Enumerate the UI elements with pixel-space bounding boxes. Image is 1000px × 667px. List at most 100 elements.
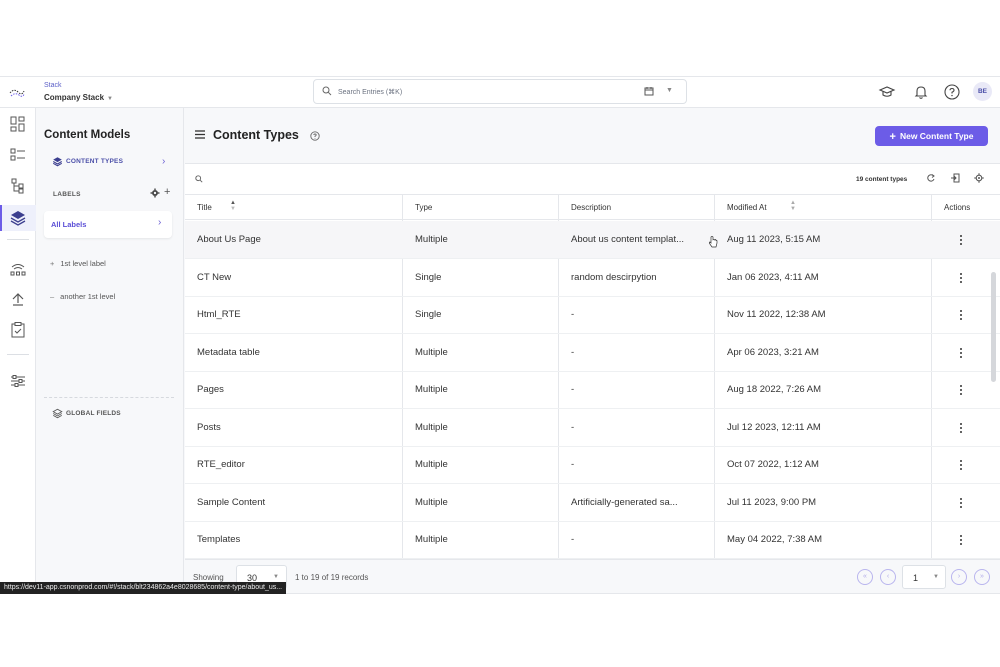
hand-cursor-icon <box>708 236 718 248</box>
content-types-label: CONTENT TYPES <box>66 158 124 165</box>
more-actions-icon[interactable] <box>956 459 966 471</box>
more-actions-icon[interactable] <box>956 384 966 396</box>
cell-type: Multiple <box>415 459 448 470</box>
table-row[interactable]: Posts Multiple - Jul 12 2023, 12:11 AM <box>185 409 1000 447</box>
cell-description: - <box>571 421 575 433</box>
more-actions-icon[interactable] <box>956 422 966 434</box>
all-labels-item[interactable]: All Labels › <box>44 211 172 238</box>
network-icon[interactable] <box>9 259 27 277</box>
search-input[interactable]: Search Entries (⌘K) ▼ <box>313 79 687 104</box>
column-header-modified[interactable]: Modified At ▲ ▼ <box>727 195 796 220</box>
stack-switcher[interactable]: Company Stack ▼ <box>44 93 113 102</box>
main-content: Content Types + New Content Type 19 conte… <box>185 108 1000 593</box>
table-row[interactable]: Html_RTE Single - Nov 11 2022, 12:38 AM <box>185 296 1000 334</box>
dashboard-icon[interactable] <box>9 115 27 133</box>
table-row[interactable]: Templates Multiple - May 04 2022, 7:38 AM <box>185 521 1000 559</box>
add-label-button[interactable]: + <box>164 186 170 198</box>
cell-description: Artificially-generated sa... <box>571 496 678 508</box>
table-row[interactable]: CT New Single random descirpytion Jan 06 20… <box>185 259 1000 297</box>
column-header-title[interactable]: Title ▲ ▼ <box>197 195 236 220</box>
label-item-text: another 1st level <box>60 292 116 301</box>
table-scrollbar[interactable] <box>991 272 996 382</box>
sort-icon[interactable]: ▲ ▼ <box>790 200 796 212</box>
top-header: Stack Company Stack ▼ Search Entries (⌘K)… <box>0 77 1000 108</box>
column-header-description[interactable]: Description <box>571 195 611 220</box>
tasks-icon[interactable] <box>9 321 27 339</box>
more-actions-icon[interactable] <box>956 309 966 321</box>
cell-type: Multiple <box>415 346 448 358</box>
settings-sliders-icon[interactable] <box>9 372 27 390</box>
academy-icon[interactable] <box>878 83 896 101</box>
last-page-button[interactable]: » <box>974 569 990 585</box>
cell-title[interactable]: Metadata table <box>197 334 397 371</box>
cell-description: - <box>571 384 575 395</box>
entries-icon[interactable] <box>9 146 27 164</box>
first-page-button[interactable]: « <box>857 569 873 585</box>
cell-title[interactable]: Html_RTE <box>197 296 397 333</box>
column-header-type[interactable]: Type <box>415 195 432 220</box>
cell-description: - <box>571 534 575 545</box>
global-fields-icon <box>52 408 63 419</box>
avatar[interactable]: BE <box>973 82 992 101</box>
label-item[interactable]: – another 1st level <box>50 292 115 301</box>
left-rail <box>0 108 36 593</box>
sort-asc-icon[interactable]: ▲ ▼ <box>230 200 236 212</box>
calendar-filter-icon[interactable] <box>644 86 654 96</box>
chevron-down-icon[interactable]: ▼ <box>666 87 673 94</box>
cell-type: Single <box>415 271 442 283</box>
more-actions-icon[interactable] <box>956 272 966 284</box>
more-actions-icon[interactable] <box>956 347 966 359</box>
cell-title[interactable]: Pages <box>197 371 397 408</box>
layers-icon[interactable] <box>9 209 27 227</box>
cell-modified: Aug 11 2023, 5:15 AM <box>727 234 821 245</box>
prev-page-button[interactable]: ‹ <box>880 569 896 585</box>
gear-icon[interactable] <box>974 173 984 183</box>
next-page-button[interactable]: › <box>951 569 967 585</box>
bell-icon[interactable] <box>912 83 930 101</box>
new-content-type-button[interactable]: + New Content Type <box>875 126 988 146</box>
content-types-nav[interactable]: CONTENT TYPES › <box>52 156 172 168</box>
cell-type: Multiple <box>415 496 448 508</box>
refresh-icon[interactable] <box>926 173 936 183</box>
cell-modified: Jul 11 2023, 9:00 PM <box>727 496 817 508</box>
global-fields-label: GLOBAL FIELDS <box>66 410 121 417</box>
collapse-icon[interactable]: – <box>50 292 54 301</box>
app-window: Stack Company Stack ▼ Search Entries (⌘K)… <box>0 76 1000 594</box>
table-footer: Showing 30 ▼ 1 to 19 of 19 records « ‹ 1 ▼… <box>185 559 1000 593</box>
brand-logo-icon[interactable] <box>8 84 26 102</box>
table-row[interactable]: Sample Content Multiple Artificially-gener… <box>185 484 1000 522</box>
more-actions-icon[interactable] <box>956 234 966 246</box>
content-models-tree-icon[interactable] <box>9 177 27 195</box>
chevron-right-icon: › <box>158 217 162 228</box>
table-row[interactable]: About Us Page Multiple About us content te… <box>185 221 1000 259</box>
table-row[interactable]: Pages Multiple - Aug 18 2022, 7:26 AM <box>185 371 1000 409</box>
cell-type: Multiple <box>415 421 448 433</box>
cell-title[interactable]: About Us Page <box>197 221 397 258</box>
cell-modified: Nov 11 2022, 12:38 AM <box>727 309 826 320</box>
more-actions-icon[interactable] <box>956 534 966 546</box>
search-placeholder: Search Entries (⌘K) <box>338 89 403 96</box>
table-row[interactable]: Metadata table Multiple - Apr 06 2023, 3:21… <box>185 334 1000 372</box>
page-select[interactable]: 1 ▼ <box>902 565 946 589</box>
help-circle-icon[interactable] <box>943 83 961 101</box>
table-row[interactable]: RTE_editor Multiple - Oct 07 2022, 1:12 AM <box>185 446 1000 484</box>
hamburger-icon[interactable] <box>195 130 205 139</box>
cell-modified: May 04 2022, 7:38 AM <box>727 534 823 545</box>
new-content-type-label: New Content Type <box>899 131 974 141</box>
expand-icon[interactable]: + <box>50 259 54 268</box>
cell-title[interactable]: Templates <box>197 521 397 558</box>
label-item[interactable]: +1st level label <box>50 259 106 268</box>
cell-title[interactable]: Posts <box>197 409 397 446</box>
help-circle-icon[interactable] <box>310 131 320 141</box>
gear-icon[interactable] <box>150 188 160 198</box>
cell-description: - <box>571 346 575 358</box>
cell-description: - <box>571 459 575 470</box>
cell-title[interactable]: Sample Content <box>197 484 397 521</box>
cell-title[interactable]: RTE_editor <box>197 446 397 483</box>
import-icon[interactable] <box>950 173 960 183</box>
search-icon[interactable] <box>195 175 203 183</box>
more-actions-icon[interactable] <box>956 497 966 509</box>
stack-name: Company Stack <box>44 93 105 102</box>
cell-title[interactable]: CT New <box>197 259 397 296</box>
deploy-icon[interactable] <box>9 290 27 308</box>
